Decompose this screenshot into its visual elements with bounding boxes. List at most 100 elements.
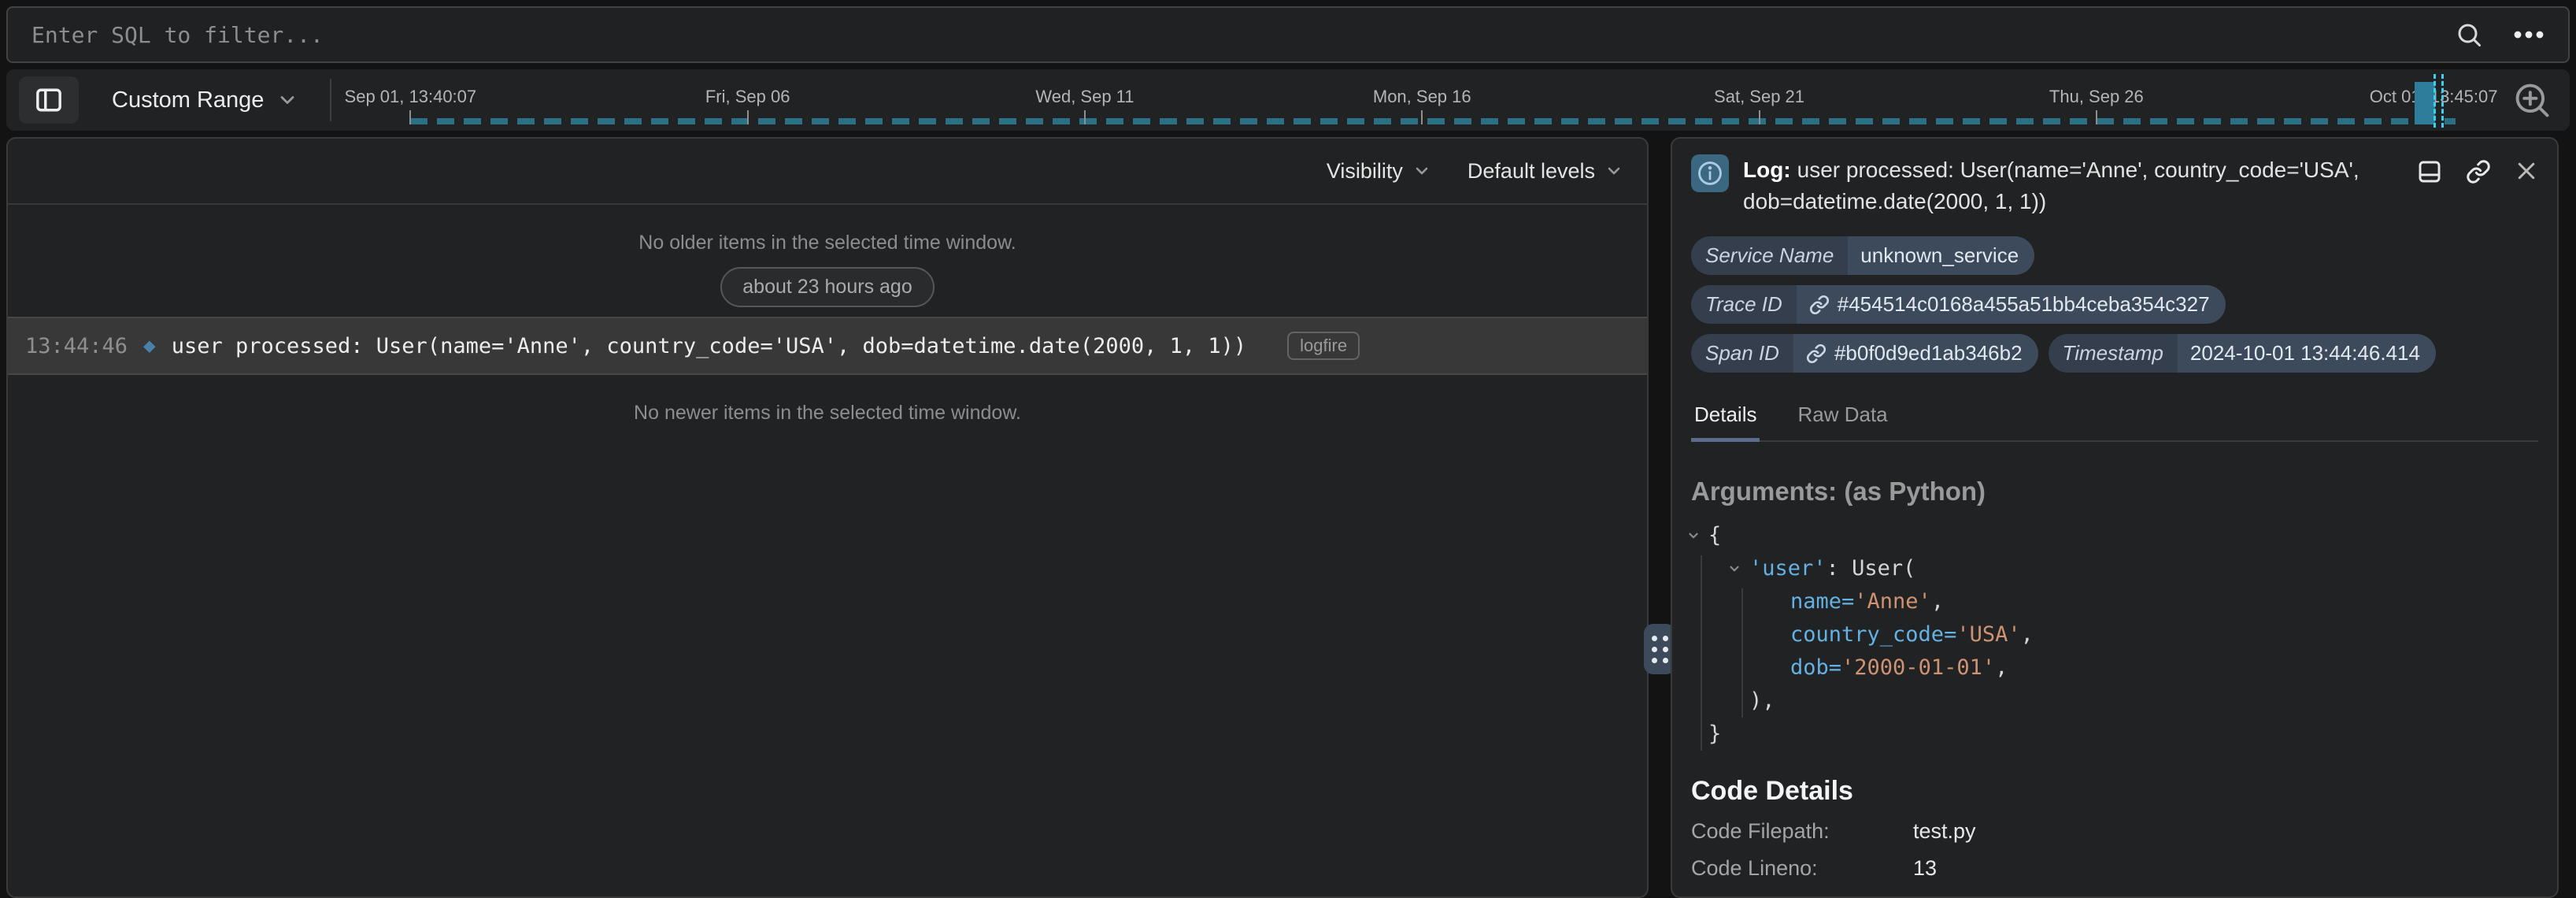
code-token: dob= [1790,655,1841,680]
timeline-tick-mark [1759,110,1760,124]
code-line: { [1691,519,2538,552]
arguments-heading-suffix: (as Python) [1844,477,1986,506]
detail-title: Log:user processed: User(name='Anne', co… [1743,154,2403,217]
detail-header: Log:user processed: User(name='Anne', co… [1691,154,2538,217]
visibility-label: Visibility [1327,159,1403,184]
panel-divider [1649,137,1671,885]
code-detail-value: test.py [1913,819,1976,844]
code-detail-row: Code Filepath:test.py [1691,819,2538,844]
timeline-tick-mark [409,110,411,124]
code-tree: {'user': User(name='Anne',country_code='… [1691,519,2538,751]
code-line: country_code='USA', [1691,618,2538,651]
tree-collapse-icon[interactable] [1686,529,1701,543]
tab-raw-data[interactable]: Raw Data [1794,395,1890,440]
code-token: , [1931,589,1944,614]
timeline-tick-label: Fri, Sep 06 [705,87,790,107]
code-token: , [2021,622,2034,647]
arguments-heading: Arguments: (as Python) [1691,477,2538,507]
code-details-rows: Code Filepath:test.py Code Lineno:13 [1691,819,2538,881]
metadata-badge-label: Timestamp [2049,334,2178,373]
no-newer-items-notice: No newer items in the selected time wind… [8,402,1647,425]
timeline-selection-cursor[interactable] [2434,74,2444,128]
time-range-select[interactable]: Custom Range [112,87,298,113]
metadata-badge-value: #454514c0168a455a51bb4ceba354c327 [1797,285,2226,324]
time-ago-pill[interactable]: about 23 hours ago [720,267,934,307]
zoom-in-icon[interactable] [2511,80,2552,121]
sql-filter-placeholder: Enter SQL to filter... [31,22,324,48]
log-detail-panel: Log:user processed: User(name='Anne', co… [1671,137,2559,898]
code-line: } [1691,718,2538,751]
code-token: { [1708,523,1721,547]
timeline-tick-label: Thu, Sep 26 [2049,87,2144,107]
log-list-panel: Visibility Default levels No older items… [6,137,1649,898]
arguments-heading-main: Arguments: [1691,477,1837,506]
code-lines: {'user': User(name='Anne',country_code='… [1691,519,2538,751]
code-token: '2000-01-01' [1841,655,1995,680]
copy-link-icon[interactable] [2466,159,2491,184]
close-icon[interactable] [2515,159,2538,183]
metadata-badge-value: 2024-10-01 13:44:46.414 [2178,334,2436,373]
code-token: : [1827,556,1852,581]
log-row-message: user processed: User(name='Anne', countr… [172,334,1246,358]
timeline-tick-label: Mon, Sep 16 [1373,87,1471,107]
metadata-badge-label: Service Name [1691,236,1848,275]
chevron-down-icon [1412,161,1431,180]
tree-collapse-icon[interactable] [1727,562,1741,576]
badge-list: Service Nameunknown_service Trace ID#4545… [1691,236,2538,373]
metadata-badge[interactable]: Span ID#b0f0d9ed1ab346b2 [1691,334,2038,373]
timeline-baseline [410,118,2456,124]
code-token: , [1995,655,2008,680]
metadata-badge-value: #b0f0d9ed1ab346b2 [1793,334,2038,373]
code-line: dob='2000-01-01', [1691,651,2538,685]
code-detail-label: Code Lineno: [1691,856,1913,881]
metadata-badge-label: Trace ID [1691,285,1797,324]
code-token: 'Anne' [1854,589,1931,614]
log-row-tag: logfire [1287,332,1360,360]
metadata-badge[interactable]: Trace ID#454514c0168a455a51bb4ceba354c32… [1691,285,2226,324]
link-icon [1806,343,1827,364]
visibility-dropdown[interactable]: Visibility [1327,159,1431,184]
code-token: } [1708,722,1721,746]
code-line: name='Anne', [1691,585,2538,618]
default-levels-dropdown[interactable]: Default levels [1468,159,1623,184]
info-level-badge [1691,154,1729,192]
detail-title-text: user processed: User(name='Anne', countr… [1743,158,2359,213]
metadata-badge[interactable]: Service Nameunknown_service [1691,236,2034,275]
detail-tabs: Details Raw Data [1691,395,2538,442]
timeline-tick-label: Sat, Sep 21 [1714,87,1804,107]
chevron-down-icon [1604,161,1623,180]
no-older-items-notice: No older items in the selected time wind… [8,232,1647,254]
code-token: 'USA' [1956,622,2020,647]
code-token: User( [1852,556,1915,581]
code-token: name= [1790,589,1854,614]
chevron-down-icon [276,89,298,111]
link-icon [1809,295,1830,315]
timeline-histogram[interactable]: Sep 01, 13:40:07Fri, Sep 06Wed, Sep 11Mo… [331,69,2499,131]
timeline-tick-label: Wed, Sep 11 [1035,87,1134,107]
sql-filter-input[interactable]: Enter SQL to filter... [6,6,2570,63]
code-detail-value: 13 [1913,856,1937,881]
top-bar: Enter SQL to filter... [6,6,2570,63]
code-token: 'user' [1749,556,1827,581]
more-options-icon[interactable] [2513,30,2545,39]
timeline-tick-mark [2096,110,2097,124]
detail-title-kind: Log: [1743,158,1791,182]
panel-left-icon [35,87,62,113]
sidebar-toggle-button[interactable] [19,76,79,124]
code-line: ), [1691,685,2538,718]
metadata-badge[interactable]: Timestamp2024-10-01 13:44:46.414 [2049,334,2436,373]
log-list-header: Visibility Default levels [8,139,1647,205]
default-levels-label: Default levels [1468,159,1595,184]
code-token: country_code= [1790,622,1956,647]
timeline-histogram-bar [2415,82,2435,124]
code-details-heading: Code Details [1691,776,2538,807]
dock-panel-icon[interactable] [2417,159,2442,184]
search-icon[interactable] [2455,20,2483,49]
timeline-tick-mark [1421,110,1423,124]
timeline-tick-mark [747,110,749,124]
tab-details[interactable]: Details [1691,395,1760,442]
log-row-timestamp: 13:44:46 [25,334,128,358]
log-row[interactable]: 13:44:46 ◆ user processed: User(name='An… [8,317,1647,375]
metadata-badge-value: unknown_service [1848,236,2034,275]
code-detail-row: Code Lineno:13 [1691,856,2538,881]
